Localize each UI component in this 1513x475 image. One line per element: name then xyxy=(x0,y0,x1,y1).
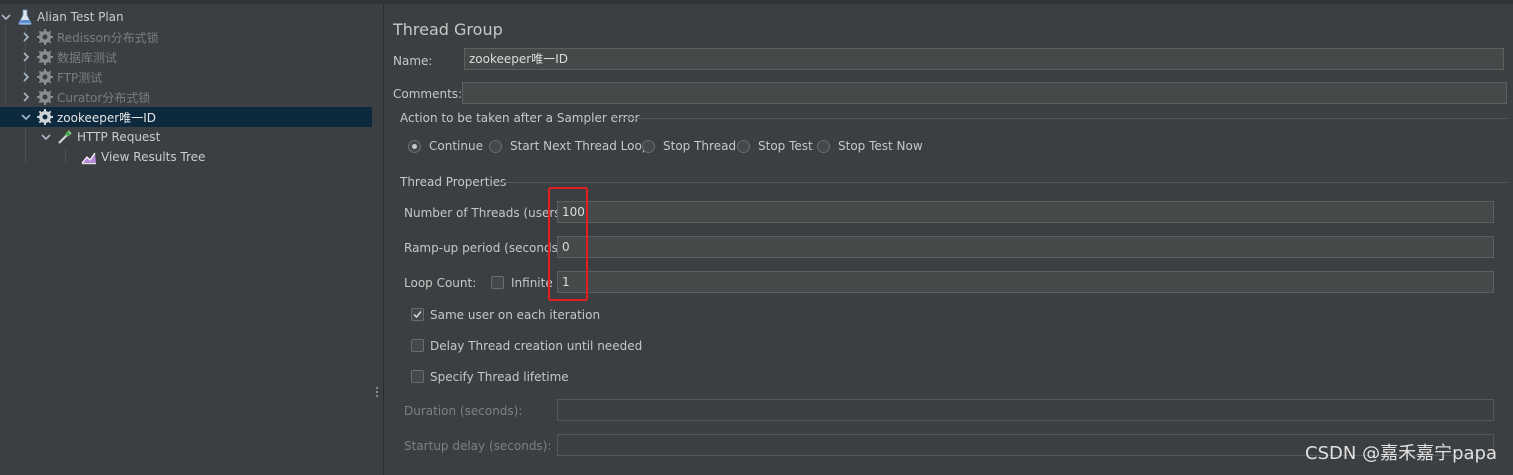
tree-node-label: zookeeper唯一ID xyxy=(57,110,156,125)
chevron-right-icon[interactable] xyxy=(20,91,32,103)
results-tree-icon xyxy=(80,148,98,166)
tree-node-label: View Results Tree xyxy=(101,150,206,164)
radio-label-stop-test-now[interactable]: Stop Test Now xyxy=(838,139,923,153)
radio-label-continue[interactable]: Continue xyxy=(429,139,483,153)
page-title: Thread Group xyxy=(393,20,503,39)
check-icon xyxy=(413,311,422,319)
duration-label: Duration (seconds): xyxy=(404,404,523,418)
tree-node-label: Alian Test Plan xyxy=(37,10,124,24)
tree-guide-line xyxy=(25,128,26,164)
specify-lifetime-checkbox[interactable] xyxy=(411,370,424,383)
tree-node-thread-group[interactable]: Redisson分布式锁 xyxy=(20,27,159,47)
radio-stop-thread[interactable] xyxy=(642,140,655,153)
tree-node-label: FTP测试 xyxy=(57,70,103,85)
delay-thread-checkbox[interactable] xyxy=(411,339,424,352)
radio-continue[interactable] xyxy=(408,140,421,153)
http-sampler-pipette-icon xyxy=(56,128,74,146)
loop-count-field[interactable]: 1 xyxy=(557,271,1494,293)
chevron-down-icon[interactable] xyxy=(40,131,52,143)
tree-node-thread-group-selected[interactable]: zookeeper唯一ID xyxy=(0,107,372,127)
threads-label: Number of Threads (users): xyxy=(404,206,570,220)
startup-delay-label: Startup delay (seconds): xyxy=(404,439,552,453)
infinite-label[interactable]: Infinite xyxy=(511,276,553,290)
tree-node-label: HTTP Request xyxy=(77,130,161,144)
radio-label-start-next-thread-loop[interactable]: Start Next Thread Loop xyxy=(510,139,649,153)
chevron-right-icon[interactable] xyxy=(20,51,32,63)
group-border xyxy=(613,118,1507,119)
watermark: CSDN @嘉禾嘉宁papa xyxy=(1305,443,1497,464)
radio-stop-test[interactable] xyxy=(737,140,750,153)
infinite-checkbox[interactable] xyxy=(491,276,504,289)
thread-group-gear-icon xyxy=(36,28,54,46)
test-plan-icon xyxy=(16,8,34,26)
chevron-right-icon[interactable] xyxy=(20,71,32,83)
tree-guide-line xyxy=(5,24,6,120)
tree-node-label: Curator分布式锁 xyxy=(57,90,151,105)
thread-group-gear-icon xyxy=(36,108,54,126)
group-border xyxy=(498,182,1507,183)
chevron-down-icon[interactable] xyxy=(0,11,12,23)
duration-field[interactable] xyxy=(557,399,1494,421)
thread-properties-legend: Thread Properties xyxy=(400,175,507,189)
name-field[interactable]: zookeeper唯一ID xyxy=(464,48,1504,70)
radio-stop-test-now[interactable] xyxy=(817,140,830,153)
rampup-label: Ramp-up period (seconds): xyxy=(404,241,567,255)
radio-start-next-thread-loop[interactable] xyxy=(489,140,502,153)
thread-group-gear-icon xyxy=(36,68,54,86)
comments-label: Comments: xyxy=(393,87,463,101)
thread-group-panel: Thread Group Name: zookeeper唯一ID Comment… xyxy=(385,4,1513,475)
tree-node-thread-group[interactable]: 数据库测试 xyxy=(20,47,117,67)
tree-node-label: Redisson分布式锁 xyxy=(57,30,159,45)
chevron-right-icon[interactable] xyxy=(20,31,32,43)
tree-node-thread-group[interactable]: FTP测试 xyxy=(20,67,102,87)
tree-guide-line xyxy=(65,148,66,164)
same-user-label[interactable]: Same user on each iteration xyxy=(430,308,600,322)
panel-splitter[interactable] xyxy=(372,4,384,475)
specify-lifetime-label[interactable]: Specify Thread lifetime xyxy=(430,370,569,384)
radio-label-stop-thread[interactable]: Stop Thread xyxy=(663,139,736,153)
delay-thread-label[interactable]: Delay Thread creation until needed xyxy=(430,339,642,353)
thread-group-gear-icon xyxy=(36,88,54,106)
tree-node-http-request[interactable]: HTTP Request xyxy=(40,127,160,147)
thread-group-gear-icon xyxy=(36,48,54,66)
test-plan-tree[interactable]: Alian Test Plan Redisson分布式锁 数据库测试 FTP测试… xyxy=(0,4,372,475)
sampler-error-legend: Action to be taken after a Sampler error xyxy=(400,111,640,125)
tree-node-label: 数据库测试 xyxy=(57,50,118,65)
splitter-grip-icon[interactable] xyxy=(376,387,379,401)
tree-node-test-plan[interactable]: Alian Test Plan xyxy=(0,7,124,27)
tree-node-view-results-tree[interactable]: View Results Tree xyxy=(76,147,205,167)
rampup-field[interactable]: 0 xyxy=(557,236,1494,258)
comments-field[interactable] xyxy=(462,82,1507,104)
highlight-box xyxy=(548,187,588,301)
name-label: Name: xyxy=(393,54,433,68)
loop-count-label: Loop Count: xyxy=(404,276,477,290)
radio-label-stop-test[interactable]: Stop Test xyxy=(758,139,813,153)
threads-field[interactable]: 100 xyxy=(557,201,1494,223)
chevron-down-icon[interactable] xyxy=(20,111,32,123)
same-user-checkbox[interactable] xyxy=(411,308,424,321)
tree-node-thread-group[interactable]: Curator分布式锁 xyxy=(20,87,150,107)
